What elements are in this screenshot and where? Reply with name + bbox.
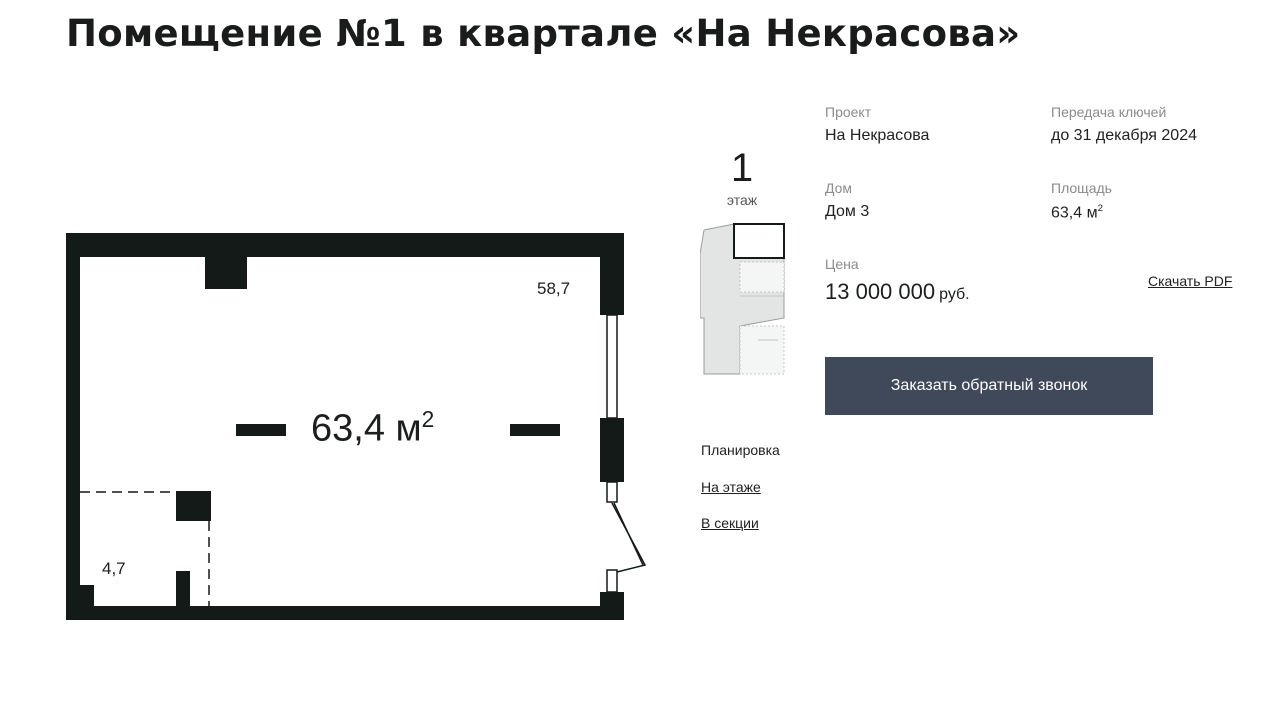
view-label: Планировка bbox=[701, 442, 780, 458]
keys-value: до 31 декабря 2024 bbox=[1051, 127, 1197, 144]
project-label: Проект bbox=[825, 104, 872, 120]
house-label: Дом bbox=[825, 180, 853, 196]
plan-total-area: 63,4 м2 bbox=[311, 406, 435, 450]
floor-minimap[interactable] bbox=[700, 222, 786, 378]
view-on-floor-link[interactable]: На этаже bbox=[701, 479, 761, 495]
keys-label: Передача ключей bbox=[1051, 104, 1167, 120]
room-area-main: 58,7 bbox=[537, 279, 571, 298]
room-area-small: 4,7 bbox=[102, 559, 126, 578]
minimap-selected-unit bbox=[733, 223, 785, 259]
price-value: 13 000 000 руб. bbox=[825, 279, 970, 304]
floor-plan bbox=[66, 233, 647, 620]
view-in-section-link[interactable]: В секции bbox=[701, 515, 759, 531]
house-value: Дом 3 bbox=[825, 203, 870, 220]
floor-caption: этаж bbox=[726, 192, 758, 208]
floor-number: 1 bbox=[730, 146, 754, 190]
project-value: На Некрасова bbox=[825, 127, 930, 144]
area-label: Площадь bbox=[1051, 180, 1112, 196]
area-value: 63,4 м2 bbox=[1051, 203, 1103, 222]
plan-door bbox=[611, 502, 647, 573]
callback-button[interactable]: Заказать обратный звонок bbox=[825, 357, 1153, 415]
download-pdf-link[interactable]: Скачать PDF bbox=[1148, 273, 1232, 289]
price-label: Цена bbox=[825, 256, 859, 272]
